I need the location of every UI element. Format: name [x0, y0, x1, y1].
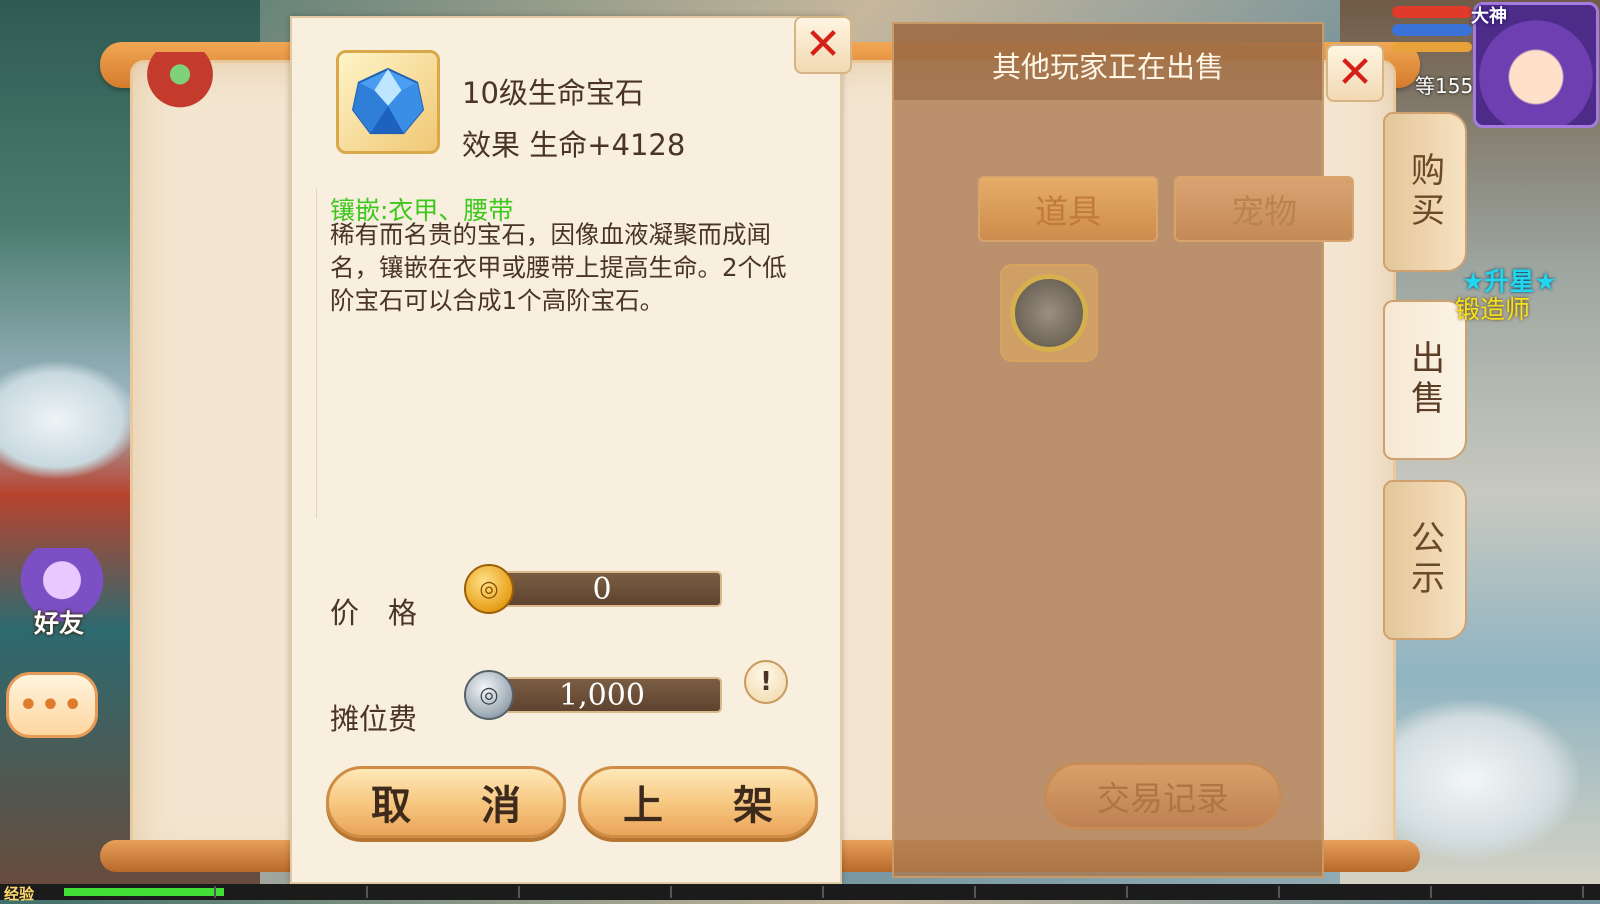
stall-fee-label: 摊位费 [330, 702, 418, 736]
side-tab-notice[interactable]: 公示 [1383, 480, 1467, 640]
item-detail-card: 10级生命宝石 效果 生命+4128 镶嵌:衣甲、腰带 稀有而名贵的宝石，因像血… [290, 16, 842, 884]
market-title: 其他玩家正在出售 [991, 50, 1224, 84]
side-tab-buy[interactable]: 购买 [1383, 112, 1467, 272]
tab-pets[interactable]: 宠物 [1174, 176, 1354, 242]
price-input[interactable]: 0 [482, 571, 722, 607]
close-detail-icon[interactable]: ✕ [794, 16, 852, 74]
info-icon[interactable]: ! [744, 660, 788, 704]
price-value: 0 [592, 571, 612, 607]
stall-fee-value: 1,000 [559, 677, 645, 713]
hp-bar [1392, 6, 1472, 18]
stall-fee-display: 1,000 [482, 677, 722, 713]
cancel-button[interactable]: 取 消 [326, 766, 566, 838]
job-title: 锻造师 [1455, 295, 1531, 324]
price-label: 价 格 [330, 596, 418, 630]
exp-label: 经验 [4, 885, 35, 903]
chat-dots-icon: ••• [18, 687, 86, 723]
tab-items[interactable]: 道具 [978, 176, 1158, 242]
background-snow [0, 360, 140, 480]
gold-coin-icon: ◎ [464, 564, 514, 614]
divider [316, 188, 317, 518]
item-description: 稀有而名贵的宝石，因像血液凝聚而成闻名，镶嵌在衣甲或腰带上提高生命。2个低阶宝石… [330, 220, 787, 315]
item-effect: 效果 生命+4128 [462, 128, 686, 162]
blue-gem-icon [351, 67, 425, 135]
trade-record-button[interactable]: 交易记录 [1044, 762, 1282, 830]
ore-gem-icon [1010, 274, 1088, 352]
friend-label: 好友 [34, 609, 85, 638]
item-name: 10级生命宝石 [462, 76, 644, 110]
level-text: 等155 [1415, 74, 1474, 98]
lantern-icon [145, 52, 215, 116]
list-item-button[interactable]: 上 架 [578, 766, 818, 838]
avatar-tag: 大神 [1471, 6, 1507, 27]
silver-coin-icon: ◎ [464, 670, 514, 720]
energy-bar [1392, 42, 1472, 52]
exp-ticks [64, 886, 1600, 898]
chat-button[interactable]: ••• [6, 672, 98, 738]
market-panel: 其他玩家正在出售 道具 宠物 交易记录 [892, 22, 1354, 878]
mp-bar [1392, 24, 1472, 36]
market-item-slot[interactable] [1000, 264, 1098, 362]
item-icon-frame [336, 50, 440, 154]
close-market-icon[interactable]: ✕ [1326, 44, 1384, 102]
